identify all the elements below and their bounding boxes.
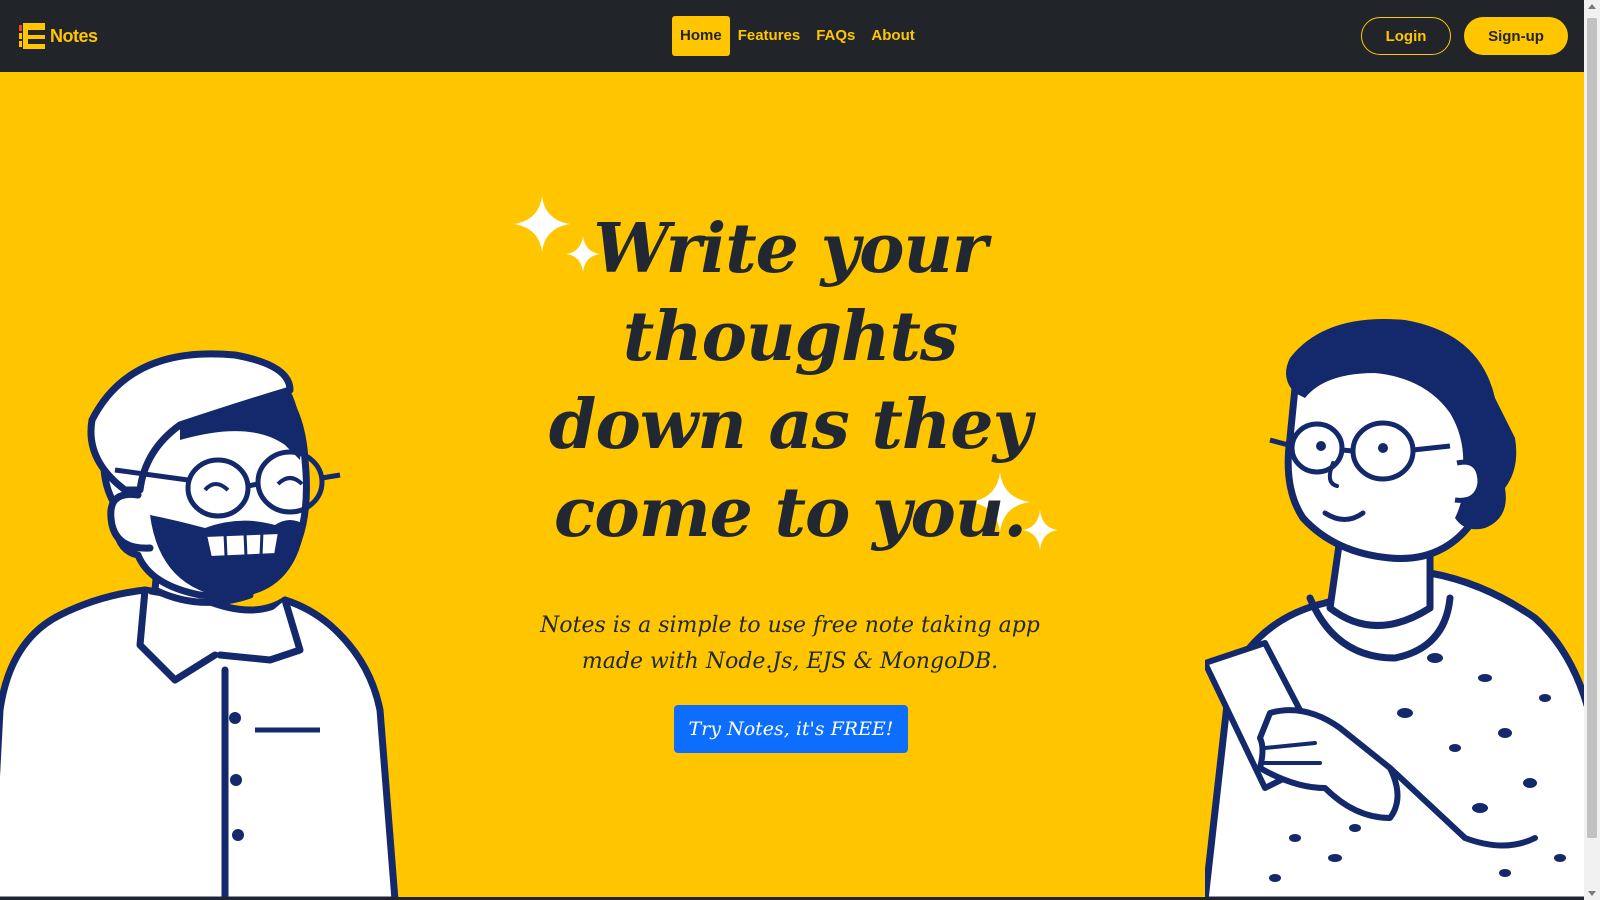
try-notes-button[interactable]: Try Notes, it's FREE!: [674, 705, 908, 753]
scroll-thumb[interactable]: [1587, 18, 1597, 838]
hero-description: Notes is a simple to use free note takin…: [540, 613, 1040, 674]
nav-link-features[interactable]: Features: [730, 16, 809, 56]
woman-illustration: [1205, 319, 1584, 900]
scroll-down-arrow-icon[interactable]: [1588, 891, 1596, 896]
notebook-logo-icon: [19, 23, 45, 49]
nav-link-home[interactable]: Home: [672, 16, 730, 56]
scroll-up-arrow-icon[interactable]: [1588, 4, 1596, 9]
brand-name: Notes: [50, 25, 98, 46]
vertical-scrollbar[interactable]: [1584, 0, 1600, 900]
signup-button[interactable]: Sign-up: [1464, 17, 1568, 55]
login-button[interactable]: Login: [1361, 17, 1451, 55]
hero-title: Write your thoughts down as they come to…: [548, 209, 1032, 553]
nav-link-about[interactable]: About: [863, 16, 922, 56]
nav-links: Home Features FAQs About: [672, 16, 923, 56]
man-illustration: [0, 350, 399, 900]
brand-link[interactable]: Notes: [18, 20, 98, 52]
navbar: Notes Home Features FAQs About Login Sig…: [0, 0, 1584, 72]
nav-link-faqs[interactable]: FAQs: [808, 16, 863, 56]
